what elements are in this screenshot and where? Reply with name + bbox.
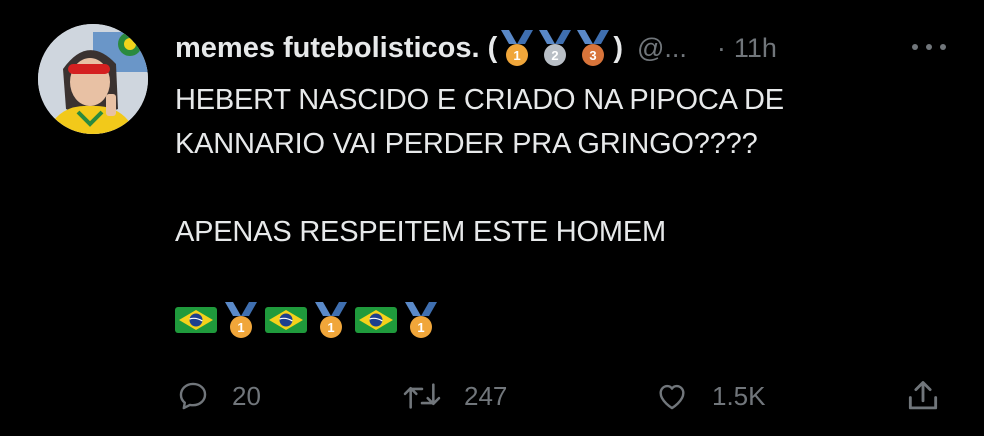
timestamp[interactable]: 11h bbox=[734, 33, 777, 64]
silver-medal-icon: 2 bbox=[539, 30, 572, 66]
retweet-button[interactable]: 247 bbox=[402, 372, 507, 420]
reply-count: 20 bbox=[232, 380, 261, 411]
share-button[interactable] bbox=[904, 372, 942, 420]
brazil-flag-icon bbox=[175, 307, 217, 333]
tweet-text-line: KANNARIO VAI PERDER PRA GRINGO???? bbox=[175, 128, 758, 160]
gold-medal-icon: 1 bbox=[405, 302, 437, 338]
svg-text:1: 1 bbox=[514, 48, 521, 63]
svg-text:2: 2 bbox=[552, 48, 559, 63]
share-icon bbox=[908, 381, 938, 410]
handle[interactable]: @... bbox=[637, 33, 687, 64]
like-count: 1.5K bbox=[712, 380, 766, 411]
brazil-flag-icon bbox=[355, 307, 397, 333]
retweet-count: 247 bbox=[464, 380, 508, 411]
gold-medal-icon: 1 bbox=[225, 302, 257, 338]
display-name[interactable]: memes futebolisticos. ( bbox=[175, 32, 497, 65]
name-medals: 1 2 3 bbox=[499, 28, 611, 68]
svg-text:1: 1 bbox=[327, 320, 334, 335]
heart-icon bbox=[659, 384, 685, 410]
gold-medal-icon: 1 bbox=[315, 302, 347, 338]
svg-text:1: 1 bbox=[417, 320, 424, 335]
avatar-image bbox=[38, 24, 148, 134]
tweet-text-line bbox=[175, 166, 784, 210]
tweet-actions: 20 247 1.5K bbox=[0, 372, 984, 420]
more-options-icon[interactable] bbox=[912, 30, 946, 64]
tweet-text-line: HEBERT NASCIDO E CRIADO NA PIPOCA DE bbox=[175, 84, 784, 116]
emoji-row: 1 1 1 bbox=[175, 300, 439, 340]
tweet-text-line: APENAS RESPEITEM ESTE HOMEM bbox=[175, 216, 666, 248]
brazil-flag-icon bbox=[265, 307, 307, 333]
tweet-header: memes futebolisticos. ( 1 2 3) @... · 1… bbox=[175, 26, 777, 70]
like-button[interactable]: 1.5K bbox=[654, 372, 766, 420]
separator-dot: · bbox=[716, 32, 726, 63]
reply-icon bbox=[179, 382, 207, 410]
reply-button[interactable]: 20 bbox=[176, 372, 261, 420]
tweet-text: HEBERT NASCIDO E CRIADO NA PIPOCA DE KAN… bbox=[175, 78, 784, 254]
display-name-close: ) bbox=[613, 31, 623, 64]
svg-text:1: 1 bbox=[237, 320, 244, 335]
bronze-medal-icon: 3 bbox=[577, 30, 610, 66]
retweet-icon bbox=[403, 383, 441, 409]
gold-medal-icon: 1 bbox=[501, 30, 534, 66]
tweet[interactable]: memes futebolisticos. ( 1 2 3) @... · 1… bbox=[0, 0, 984, 436]
svg-text:3: 3 bbox=[590, 48, 597, 63]
avatar[interactable] bbox=[38, 24, 148, 134]
